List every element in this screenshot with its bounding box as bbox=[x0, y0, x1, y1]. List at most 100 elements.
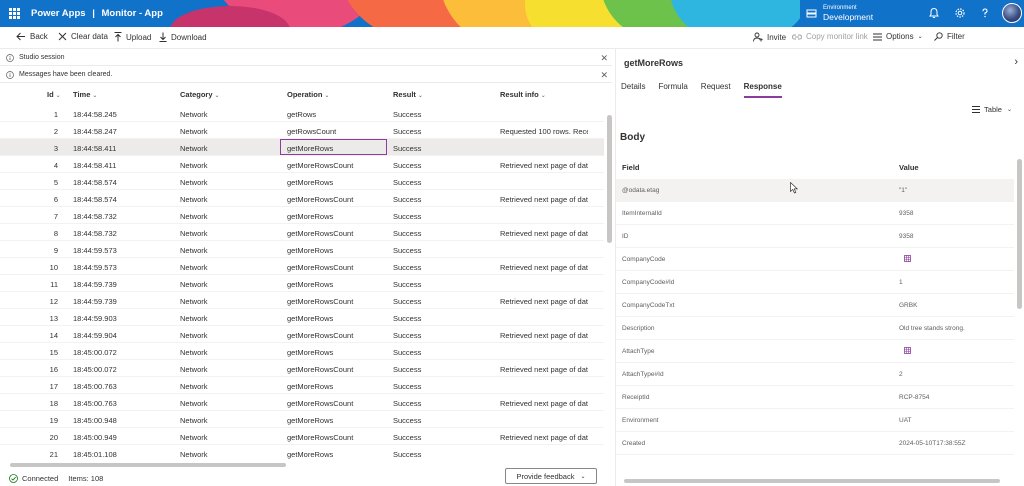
field-value: RCP-8754 bbox=[899, 394, 930, 401]
invite-label: Invite bbox=[767, 32, 787, 42]
clear-data-label: Clear data bbox=[71, 32, 108, 41]
table-row[interactable]: 16 18:45:00.072 Network getMoreRowsCount Suc… bbox=[0, 360, 604, 377]
field-name: ReceiptId bbox=[622, 394, 650, 401]
field-value: 2024-05-10T17:38:55Z bbox=[899, 440, 966, 447]
row-category: Network bbox=[180, 297, 208, 306]
field-value-row[interactable]: Description Old tree stands strong. bbox=[616, 317, 1014, 340]
table-row[interactable]: 8 18:44:58.732 Network getMoreRowsCount Succ… bbox=[0, 224, 604, 241]
row-result: Success bbox=[393, 382, 422, 391]
row-operation: getMoreRows bbox=[287, 212, 334, 221]
copy-monitor-link-label: Copy monitor link bbox=[806, 32, 868, 41]
body-section-title: Body bbox=[620, 132, 645, 143]
provide-feedback-button[interactable]: Provide feedback ⌄ bbox=[505, 468, 597, 484]
invite-button[interactable]: Invite bbox=[753, 32, 786, 42]
clear-data-button[interactable]: Clear data bbox=[58, 32, 108, 41]
tab-request[interactable]: Request bbox=[701, 82, 731, 98]
tab-details[interactable]: Details bbox=[621, 82, 645, 98]
row-category: Network bbox=[180, 314, 208, 323]
table-row[interactable]: 13 18:44:59.903 Network getMoreRows Success bbox=[0, 309, 604, 326]
environment-picker[interactable]: Environment Development bbox=[806, 4, 873, 22]
gear-icon[interactable] bbox=[954, 7, 966, 19]
field-value-row[interactable]: ReceiptId RCP-8754 bbox=[616, 386, 1014, 409]
details-horizontal-scrollbar[interactable] bbox=[616, 477, 1016, 485]
row-result-info: Retrieved next page of data bbox=[500, 365, 588, 374]
upload-button[interactable]: Upload bbox=[114, 32, 151, 42]
table-row[interactable]: 6 18:44:58.574 Network getMoreRowsCount Succ… bbox=[0, 190, 604, 207]
row-time: 18:44:58.411 bbox=[73, 144, 117, 153]
column-header-time[interactable]: Time ⌄ bbox=[73, 90, 97, 99]
tab-formula[interactable]: Formula bbox=[658, 82, 687, 98]
table-row[interactable]: 15 18:45:00.072 Network getMoreRows Success bbox=[0, 343, 604, 360]
chevron-right-icon[interactable]: › bbox=[1014, 56, 1018, 68]
field-name: CompanyCode#Id bbox=[622, 279, 675, 286]
field-value-row[interactable]: @odata.etag "1" bbox=[616, 179, 1014, 202]
connection-status: Connected bbox=[22, 473, 59, 483]
table-row[interactable]: 1 18:44:58.245 Network getRows Success bbox=[0, 105, 604, 122]
column-header-id[interactable]: Id ⌄ bbox=[47, 90, 61, 99]
bell-icon[interactable] bbox=[928, 7, 940, 19]
column-header-operation[interactable]: Operation ⌄ bbox=[287, 90, 329, 99]
table-row[interactable]: 3 18:44:58.411 Network getMoreRows Success bbox=[0, 139, 604, 156]
column-header-result-info[interactable]: Result info ⌄ bbox=[500, 90, 546, 99]
grid-vertical-scrollbar[interactable] bbox=[606, 105, 614, 461]
field-value-row[interactable]: ItemInternalId 9358 bbox=[616, 202, 1014, 225]
back-button[interactable]: Back bbox=[16, 32, 48, 41]
table-row[interactable]: 7 18:44:58.732 Network getMoreRows Success bbox=[0, 207, 604, 224]
field-value-row[interactable]: CompanyCodeTxt GRBK bbox=[616, 294, 1014, 317]
row-result: Success bbox=[393, 450, 422, 459]
table-row[interactable]: 9 18:44:59.573 Network getMoreRows Success bbox=[0, 241, 604, 258]
table-row[interactable]: 5 18:44:58.574 Network getMoreRows Success bbox=[0, 173, 604, 190]
close-icon[interactable]: ✕ bbox=[600, 53, 608, 64]
tab-response[interactable]: Response bbox=[743, 82, 782, 98]
field-value-row[interactable]: AttachType#Id 2 bbox=[616, 363, 1014, 386]
filter-button[interactable]: Filter bbox=[934, 32, 965, 41]
row-result-info: Retrieved next page of data bbox=[500, 229, 588, 238]
field-name: @odata.etag bbox=[622, 187, 660, 194]
row-result-info: Retrieved next page of data bbox=[500, 297, 588, 306]
table-row[interactable]: 10 18:44:59.573 Network getMoreRowsCount Suc… bbox=[0, 258, 604, 275]
field-value-row[interactable]: Environment UAT bbox=[616, 409, 1014, 432]
field-value-row[interactable]: CompanyCode bbox=[616, 248, 1014, 271]
table-row[interactable]: 2 18:44:58.247 Network getRowsCount Success R… bbox=[0, 122, 604, 139]
notice-text: Messages have been cleared. bbox=[19, 71, 113, 78]
column-header-category[interactable]: Category ⌄ bbox=[180, 90, 220, 99]
table-row[interactable]: 17 18:45:00.763 Network getMoreRows Success bbox=[0, 377, 604, 394]
field-value-row[interactable]: AttachType bbox=[616, 340, 1014, 363]
view-mode-dropdown[interactable]: Table ⌄ bbox=[972, 105, 1012, 114]
table-row[interactable]: 19 18:45:00.948 Network getMoreRows Success bbox=[0, 411, 604, 428]
row-id: 6 bbox=[53, 195, 58, 204]
details-vertical-scrollbar[interactable] bbox=[1016, 155, 1024, 475]
table-row[interactable]: 14 18:44:59.904 Network getMoreRowsCount Suc… bbox=[0, 326, 604, 343]
field-name: CompanyCodeTxt bbox=[622, 302, 675, 309]
row-id: 9 bbox=[53, 246, 58, 255]
close-icon[interactable]: ✕ bbox=[600, 70, 608, 81]
table-row[interactable]: 20 18:45:00.949 Network getMoreRowsCount Suc… bbox=[0, 428, 604, 445]
user-avatar[interactable] bbox=[1002, 3, 1022, 23]
table-icon[interactable] bbox=[904, 255, 911, 262]
table-row[interactable]: 4 18:44:58.411 Network getMoreRowsCount Succ… bbox=[0, 156, 604, 173]
field-value: Old tree stands strong. bbox=[899, 325, 965, 332]
column-header-result[interactable]: Result ⌄ bbox=[393, 90, 423, 99]
row-category: Network bbox=[180, 450, 208, 459]
row-time: 18:44:59.739 bbox=[73, 297, 117, 306]
connected-check-icon bbox=[9, 473, 18, 483]
copy-monitor-link-button[interactable]: Copy monitor link bbox=[792, 32, 868, 41]
download-label: Download bbox=[171, 32, 207, 42]
table-row[interactable]: 11 18:44:59.739 Network getMoreRows Success bbox=[0, 275, 604, 292]
table-icon[interactable] bbox=[904, 347, 911, 354]
app-launcher-icon[interactable] bbox=[9, 8, 20, 19]
table-row[interactable]: 12 18:44:59.739 Network getMoreRowsCount Suc… bbox=[0, 292, 604, 309]
field-value-row[interactable]: CompanyCode#Id 1 bbox=[616, 271, 1014, 294]
table-row[interactable]: 21 18:45:01.108 Network getMoreRows Success bbox=[0, 445, 604, 461]
field-value-row[interactable]: ID 9358 bbox=[616, 225, 1014, 248]
chevron-down-icon: ⌄ bbox=[92, 93, 98, 99]
download-button[interactable]: Download bbox=[159, 32, 207, 42]
help-icon[interactable] bbox=[979, 7, 991, 19]
row-time: 18:44:58.245 bbox=[73, 110, 117, 119]
row-operation: getMoreRowsCount bbox=[287, 297, 354, 306]
chevron-down-icon: ⌄ bbox=[214, 93, 220, 99]
field-value-row[interactable]: Created 2024-05-10T17:38:55Z bbox=[616, 432, 1014, 455]
options-button[interactable]: Options ⌄ bbox=[873, 32, 923, 41]
row-operation: getRowsCount bbox=[287, 127, 337, 136]
table-row[interactable]: 18 18:45:00.763 Network getMoreRowsCount Suc… bbox=[0, 394, 604, 411]
